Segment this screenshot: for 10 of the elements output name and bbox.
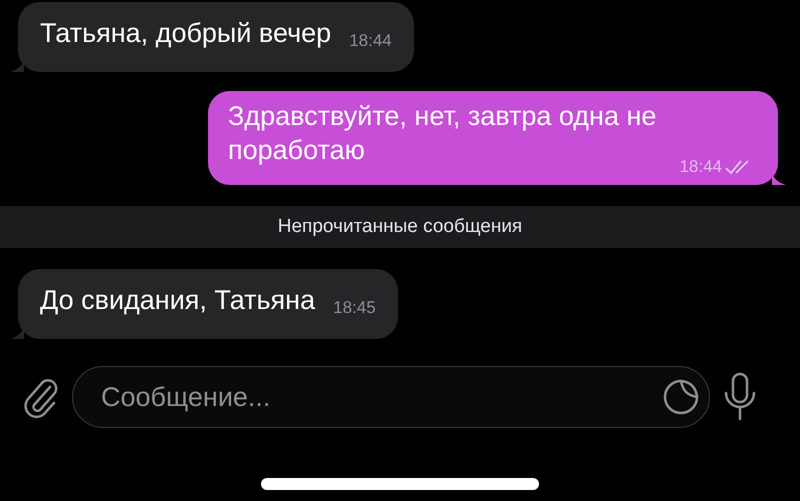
microphone-icon[interactable] [722, 371, 758, 423]
message-field[interactable]: Сообщение... [72, 366, 710, 428]
message-time: 18:44 [349, 30, 392, 52]
message-text: До свидания, Татьяна [40, 285, 316, 315]
message-time: 18:45 [333, 297, 376, 319]
message-text: Здравствуйте, нет, завтра одна не поработаю [228, 101, 656, 165]
message-time: 18:44 [679, 156, 722, 178]
message-input[interactable]: Сообщение... [99, 380, 661, 414]
sticker-icon[interactable] [661, 377, 701, 417]
message-text: Татьяна, добрый вечер [40, 18, 332, 48]
